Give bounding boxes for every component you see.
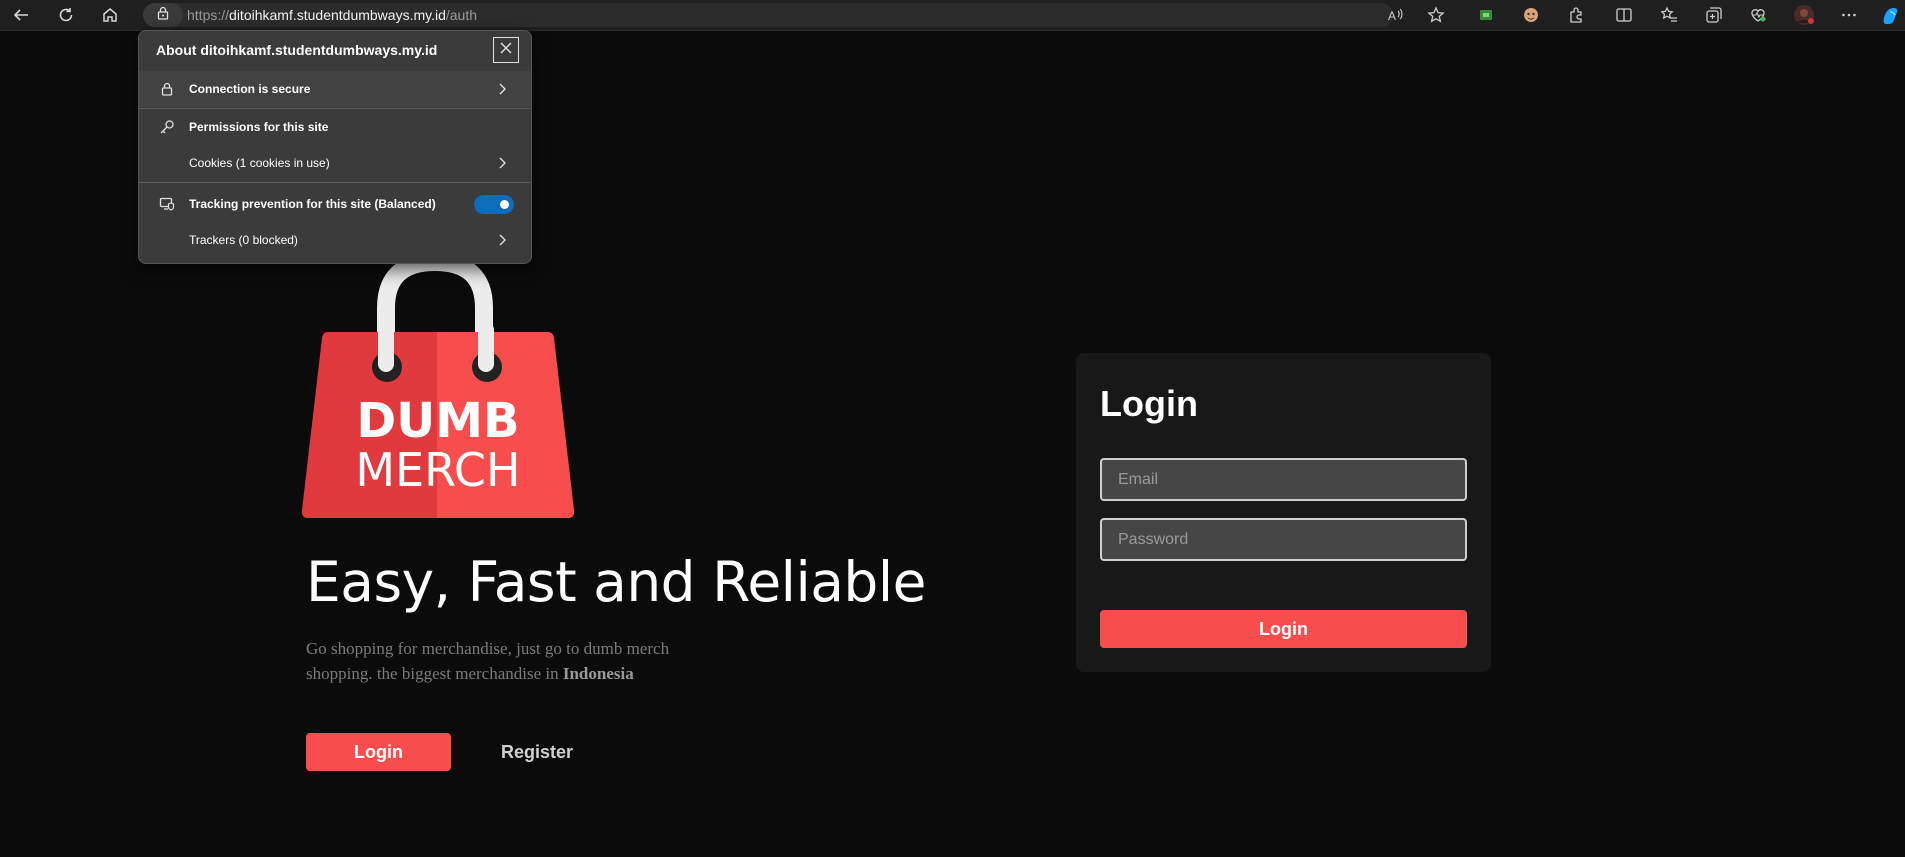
close-button[interactable] xyxy=(493,37,519,63)
hero-description-bold: Indonesia xyxy=(562,664,634,683)
popup-title: About ditoihkamf.studentdumbways.my.id xyxy=(156,42,438,58)
tracking-prevention-icon xyxy=(159,196,175,212)
login-submit-button[interactable]: Login xyxy=(1100,610,1467,648)
copilot-icon[interactable] xyxy=(1879,3,1903,27)
login-title: Login xyxy=(1100,383,1198,424)
split-screen-icon[interactable] xyxy=(1612,3,1636,27)
register-button[interactable]: Register xyxy=(490,733,584,771)
divider xyxy=(139,182,531,183)
trackers-row[interactable]: Trackers (0 blocked) xyxy=(139,222,531,258)
chevron-right-icon xyxy=(499,234,506,246)
url-host: ditoihkamf.studentdumbways.my.id xyxy=(229,7,446,23)
password-field[interactable] xyxy=(1100,518,1467,561)
tracking-toggle[interactable] xyxy=(474,195,514,214)
back-icon[interactable] xyxy=(9,3,33,27)
trackers-label: Trackers (0 blocked) xyxy=(189,233,298,247)
lock-icon xyxy=(156,6,170,25)
profile-avatar[interactable] xyxy=(1792,3,1816,27)
favorite-star-icon[interactable] xyxy=(1424,3,1448,27)
refresh-icon[interactable] xyxy=(54,3,78,27)
favorites-icon[interactable] xyxy=(1657,3,1681,27)
read-aloud-icon[interactable]: A xyxy=(1384,3,1408,27)
hero-login-button[interactable]: Login xyxy=(306,733,451,771)
collections-icon[interactable] xyxy=(1702,3,1726,27)
key-icon xyxy=(159,119,175,135)
chevron-right-icon xyxy=(499,83,506,95)
tracking-label: Tracking prevention for this site (Balan… xyxy=(189,197,436,211)
dumb-merch-logo: DUMB MERCH xyxy=(301,260,575,518)
connection-secure-row[interactable]: Connection is secure xyxy=(139,71,531,107)
lock-icon xyxy=(159,81,175,97)
address-bar[interactable]: https://ditoihkamf.studentdumbways.my.id… xyxy=(143,3,1393,27)
site-info-button[interactable] xyxy=(143,3,183,27)
url-path: /auth xyxy=(445,7,478,23)
extensions-puzzle-icon[interactable] xyxy=(1564,3,1588,27)
email-field[interactable] xyxy=(1100,458,1467,501)
home-icon[interactable] xyxy=(98,3,122,27)
connection-label: Connection is secure xyxy=(189,82,311,96)
permissions-row: Permissions for this site xyxy=(139,109,531,145)
hero-description: Go shopping for merchandise, just go to … xyxy=(306,636,726,686)
login-card: Login Login xyxy=(1076,353,1491,672)
browser-toolbar: https://ditoihkamf.studentdumbways.my.id… xyxy=(0,0,1905,31)
extension-icon[interactable] xyxy=(1474,3,1498,27)
logo-text-dumb: DUMB xyxy=(356,393,519,449)
close-icon xyxy=(499,41,513,60)
site-info-popup: About ditoihkamf.studentdumbways.my.id C… xyxy=(138,30,532,264)
cookies-label: Cookies (1 cookies in use) xyxy=(189,156,330,170)
logo-text-merch: MERCH xyxy=(355,443,520,497)
permissions-label: Permissions for this site xyxy=(189,120,329,134)
hero-title: Easy, Fast and Reliable xyxy=(306,550,926,614)
chevron-right-icon xyxy=(499,157,506,169)
browser-essentials-icon[interactable] xyxy=(1746,3,1770,27)
url-text[interactable]: https://ditoihkamf.studentdumbways.my.id… xyxy=(187,7,477,23)
extension-icon[interactable] xyxy=(1519,3,1543,27)
more-icon[interactable] xyxy=(1837,3,1861,27)
svg-text:A: A xyxy=(1388,9,1396,23)
tracking-prevention-row: Tracking prevention for this site (Balan… xyxy=(139,186,531,222)
cookies-row[interactable]: Cookies (1 cookies in use) xyxy=(139,145,531,181)
url-scheme: https:// xyxy=(187,7,230,23)
